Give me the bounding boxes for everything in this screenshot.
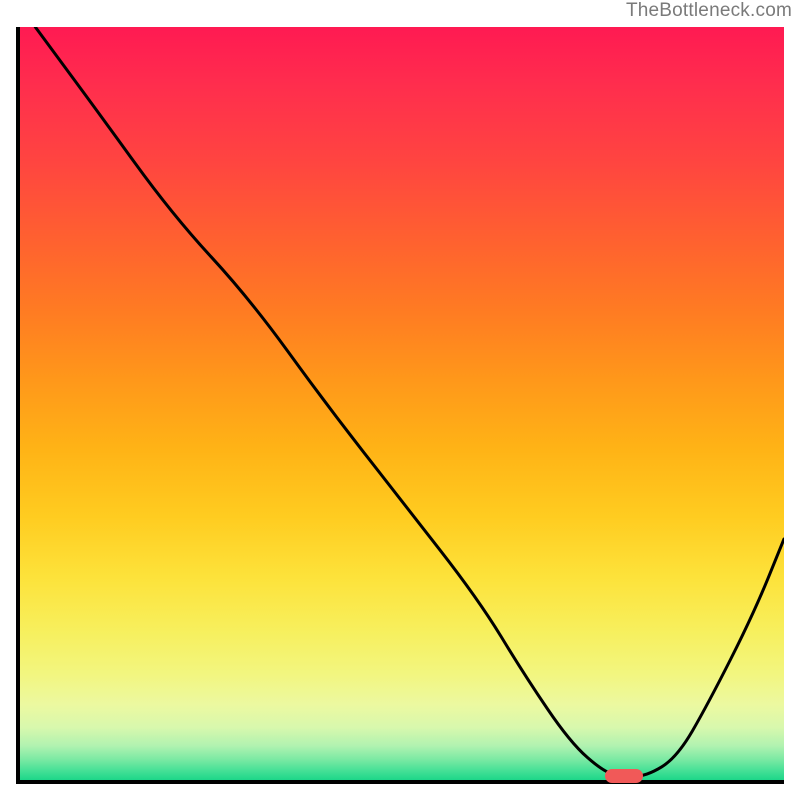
attribution-text: TheBottleneck.com — [626, 0, 792, 22]
optimal-marker — [605, 769, 643, 783]
plot-area — [16, 27, 784, 784]
chart-container: TheBottleneck.com — [0, 0, 800, 800]
gradient-background — [20, 27, 784, 780]
